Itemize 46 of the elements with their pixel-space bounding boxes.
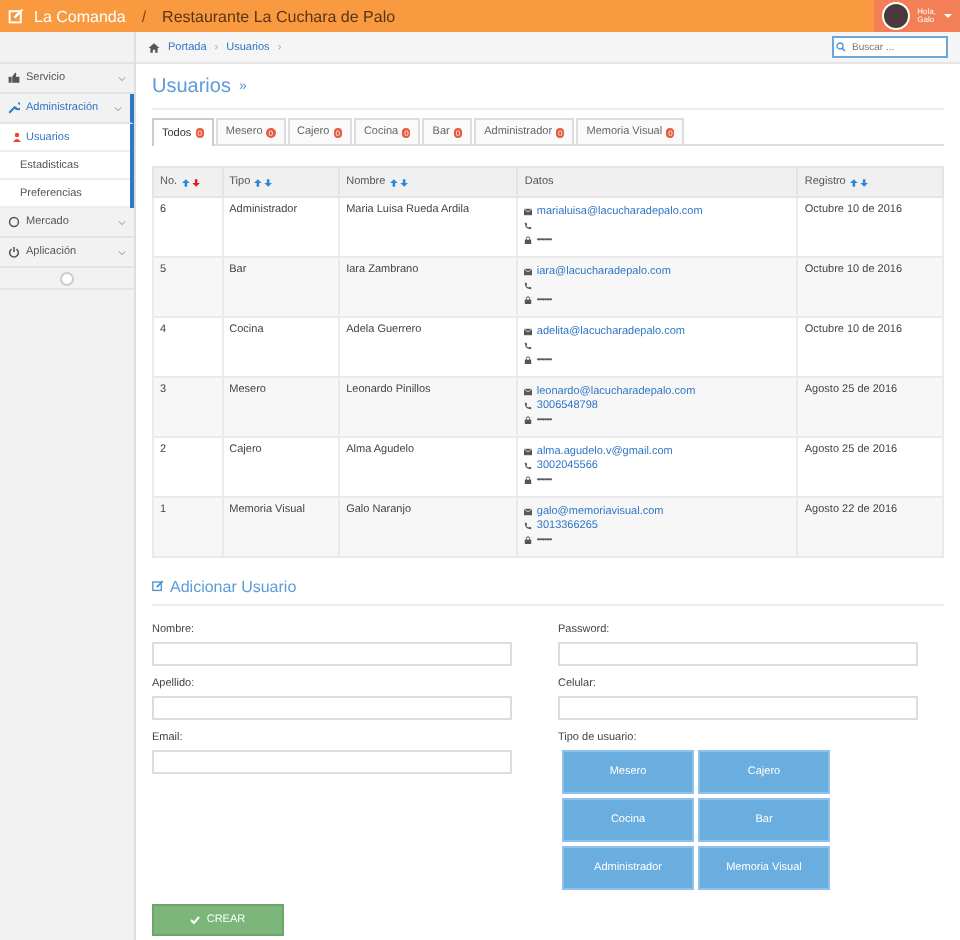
phone-icon [524,221,533,229]
edit-icon [152,580,164,592]
sort-arrows-icon [181,177,200,187]
sort-arrows-icon [849,177,868,187]
thumbs-up-icon [8,72,20,84]
envelope-icon [524,207,533,215]
caret-icon [944,14,952,18]
restaurant-name: Restaurante La Cuchara de Palo [162,7,396,25]
chevron-icon [118,75,126,81]
home-icon [148,41,160,53]
checkmark-icon [190,916,201,924]
input-field[interactable] [558,696,918,720]
lock-icon [524,295,533,303]
input-field[interactable] [152,696,512,720]
phone-icon [524,401,533,409]
envelope-icon [524,507,533,515]
lock-icon [524,355,533,363]
user-icon [12,132,22,142]
chevron-icon [114,105,122,111]
input-field[interactable] [558,642,918,666]
phone-icon [524,521,533,529]
collapse-toggle[interactable] [60,271,74,285]
lock-icon [524,475,533,483]
page-title: Usuarios [152,75,231,97]
envelope-icon [524,387,533,395]
phone-icon [524,281,533,289]
lock-icon [524,415,533,423]
phone-icon [524,341,533,349]
envelope-icon [524,447,533,455]
sort-arrows-icon [389,177,408,187]
chevron-icon [118,219,126,225]
power-icon [8,246,20,258]
envelope-icon [524,327,533,335]
lock-icon [524,535,533,543]
envelope-icon [524,267,533,275]
edit-icon [8,8,24,24]
lock-icon [524,235,533,243]
title-separator: / [141,7,147,25]
search-icon [836,42,846,52]
chevron-icon [118,249,126,255]
input-field[interactable] [152,750,512,774]
section-title: Adicionar Usuario [170,577,297,595]
input-field[interactable] [152,642,512,666]
circle-icon [8,216,20,228]
sort-arrows-icon [254,177,273,187]
phone-icon [524,461,533,469]
